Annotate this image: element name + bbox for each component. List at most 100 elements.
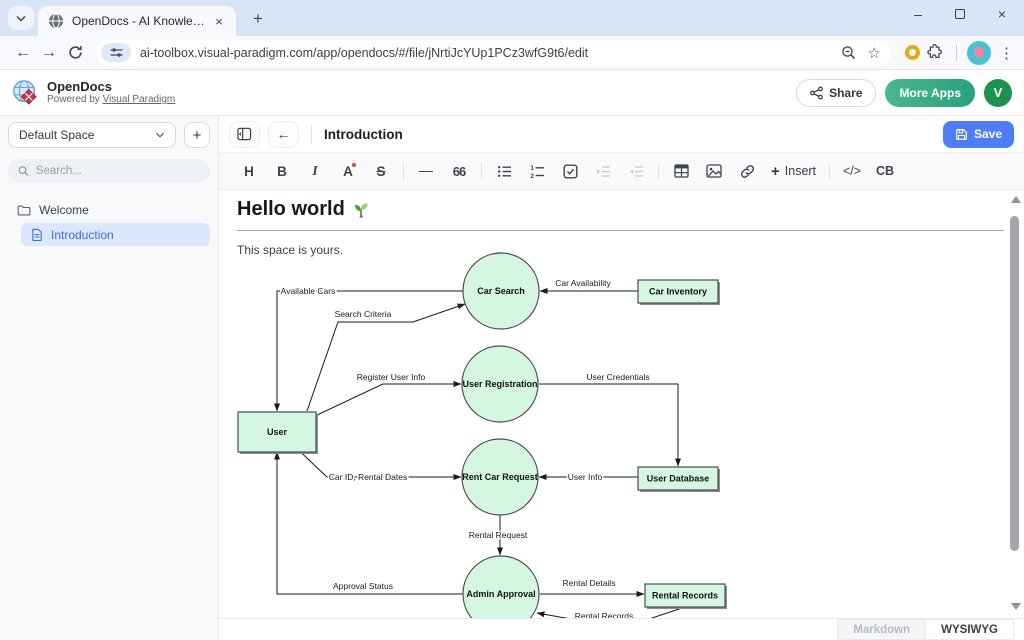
edge-label-user-info: User Info (568, 472, 603, 482)
text-color-button[interactable]: A (335, 158, 361, 184)
share-icon (810, 86, 823, 100)
user-avatar[interactable]: V (984, 79, 1012, 107)
app-header: OpenDocs Powered by Visual Paradigm Shar… (0, 70, 1024, 116)
bookmark-star-icon[interactable]: ☆ (868, 44, 881, 62)
sidebar-item-introduction[interactable]: Introduction (21, 223, 210, 246)
forward-button[interactable]: → (36, 40, 62, 66)
edge-label-available-cars: Available Cars (281, 286, 336, 296)
toolbar-divider (956, 44, 957, 61)
bold-button[interactable]: B (269, 158, 295, 184)
chevron-down-icon (155, 131, 165, 139)
checkbox-icon (563, 164, 578, 179)
panel-collapse-icon (237, 127, 252, 141)
scroll-down-icon[interactable] (1011, 603, 1021, 610)
italic-button[interactable]: I (302, 158, 328, 184)
window-minimize-button[interactable]: – (910, 6, 926, 22)
insert-button[interactable]: +Insert (767, 158, 820, 184)
powered-by: Powered by Visual Paradigm (47, 94, 175, 106)
chevron-down-icon (16, 14, 26, 23)
address-bar[interactable]: ai-toolbox.visual-paradigm.com/app/opend… (96, 40, 891, 66)
share-button[interactable]: Share (796, 79, 876, 107)
image-icon (706, 164, 722, 178)
tab-close-icon[interactable]: × (210, 12, 228, 30)
reload-button[interactable] (62, 40, 88, 66)
collapse-sidebar-button[interactable] (229, 121, 260, 148)
sidebar-search[interactable] (8, 159, 210, 183)
edge-label-user-credentials: User Credentials (586, 372, 649, 382)
document-content[interactable]: Hello world This space is yours. (219, 190, 1024, 618)
browser-menu-icon[interactable]: ⋮ (999, 44, 1014, 62)
sidebar: Default Space + Welcome Introduction (0, 116, 218, 640)
outdent-button[interactable] (623, 158, 649, 184)
edge-register-user-info (315, 384, 461, 416)
inline-code-button[interactable]: </> (839, 158, 865, 184)
browser-profile-avatar[interactable] (967, 41, 991, 65)
data-flow-diagram[interactable]: Car SearchUser RegistrationRent Car Requ… (237, 250, 737, 618)
window-controls: – × (910, 6, 1010, 22)
edge-label-register-user-info: Register User Info (357, 372, 426, 382)
edge-search-criteria (307, 304, 465, 411)
table-icon (674, 164, 689, 178)
header-divider (311, 124, 312, 144)
search-icon (18, 165, 29, 177)
scrollbar-thumb[interactable] (1010, 216, 1019, 551)
wysiwyg-mode-button[interactable]: WYSIWYG (926, 619, 1014, 640)
browser-tab[interactable]: OpenDocs - AI Knowledge Base × (38, 6, 236, 36)
bullet-list-button[interactable] (491, 158, 517, 184)
search-input[interactable] (36, 165, 200, 177)
numbered-list-button[interactable]: 12 (524, 158, 550, 184)
node-label-user-registration: User Registration (462, 379, 537, 389)
page-tree: Welcome Introduction (8, 198, 210, 246)
code-block-button[interactable]: CB (872, 158, 898, 184)
edge-label-search-criteria: Search Criteria (335, 309, 392, 319)
visual-paradigm-link[interactable]: Visual Paradigm (103, 94, 176, 105)
edge-label-car-id-rental-dates: Car ID, Rental Dates (329, 472, 407, 482)
extension-icon[interactable] (905, 45, 920, 60)
markdown-mode-button[interactable]: Markdown (837, 619, 926, 640)
site-settings-button[interactable] (101, 43, 131, 62)
back-button[interactable]: ← (10, 40, 36, 66)
zoom-out-icon (841, 45, 856, 60)
strikethrough-button[interactable]: S (368, 158, 394, 184)
zoom-button[interactable] (841, 45, 856, 60)
heading-button[interactable]: H (236, 158, 262, 184)
back-button-editor[interactable]: ← (268, 121, 299, 148)
edge-label-rental-records: Rental Records (575, 611, 634, 618)
edge-user-credentials (539, 384, 678, 466)
node-label-admin-approval: Admin Approval (466, 589, 535, 599)
browser-tab-strip: OpenDocs - AI Knowledge Base × + – × (0, 0, 1024, 36)
edge-label-rental-details: Rental Details (563, 578, 616, 588)
node-label-car-inventory: Car Inventory (649, 287, 707, 297)
tree-item-label: Introduction (51, 228, 114, 242)
image-button[interactable] (701, 158, 727, 184)
node-label-user: User (267, 427, 288, 437)
puzzle-icon (925, 44, 942, 61)
node-label-user-database: User Database (647, 474, 710, 484)
editor-scrollbar[interactable] (1007, 192, 1023, 616)
url-text: ai-toolbox.visual-paradigm.com/app/opend… (140, 46, 829, 60)
link-button[interactable] (734, 158, 760, 184)
window-close-button[interactable]: × (994, 6, 1010, 22)
edge-label-approval-status: Approval Status (333, 581, 393, 591)
scroll-up-icon[interactable] (1011, 196, 1021, 203)
horizontal-rule-button[interactable] (413, 158, 439, 184)
opendocs-logo (12, 79, 40, 107)
task-list-button[interactable] (557, 158, 583, 184)
globe-favicon-icon (48, 13, 64, 29)
quote-button[interactable]: 66 (446, 158, 472, 184)
tab-search-button[interactable] (8, 6, 34, 30)
save-button[interactable]: Save (943, 121, 1014, 148)
brand: OpenDocs Powered by Visual Paradigm (47, 79, 175, 106)
window-maximize-button[interactable] (952, 6, 968, 22)
page-title: Introduction (324, 127, 403, 142)
indent-button[interactable] (590, 158, 616, 184)
table-button[interactable] (668, 158, 694, 184)
add-space-button[interactable]: + (184, 122, 210, 148)
extensions-button[interactable] (920, 40, 946, 66)
more-apps-button[interactable]: More Apps (885, 79, 975, 107)
space-selector[interactable]: Default Space (8, 122, 176, 148)
new-tab-button[interactable]: + (246, 7, 270, 31)
svg-text:2: 2 (530, 173, 534, 179)
sidebar-item-welcome[interactable]: Welcome (8, 198, 210, 221)
format-toolbar: H B I A S 66 12 (219, 152, 1024, 190)
